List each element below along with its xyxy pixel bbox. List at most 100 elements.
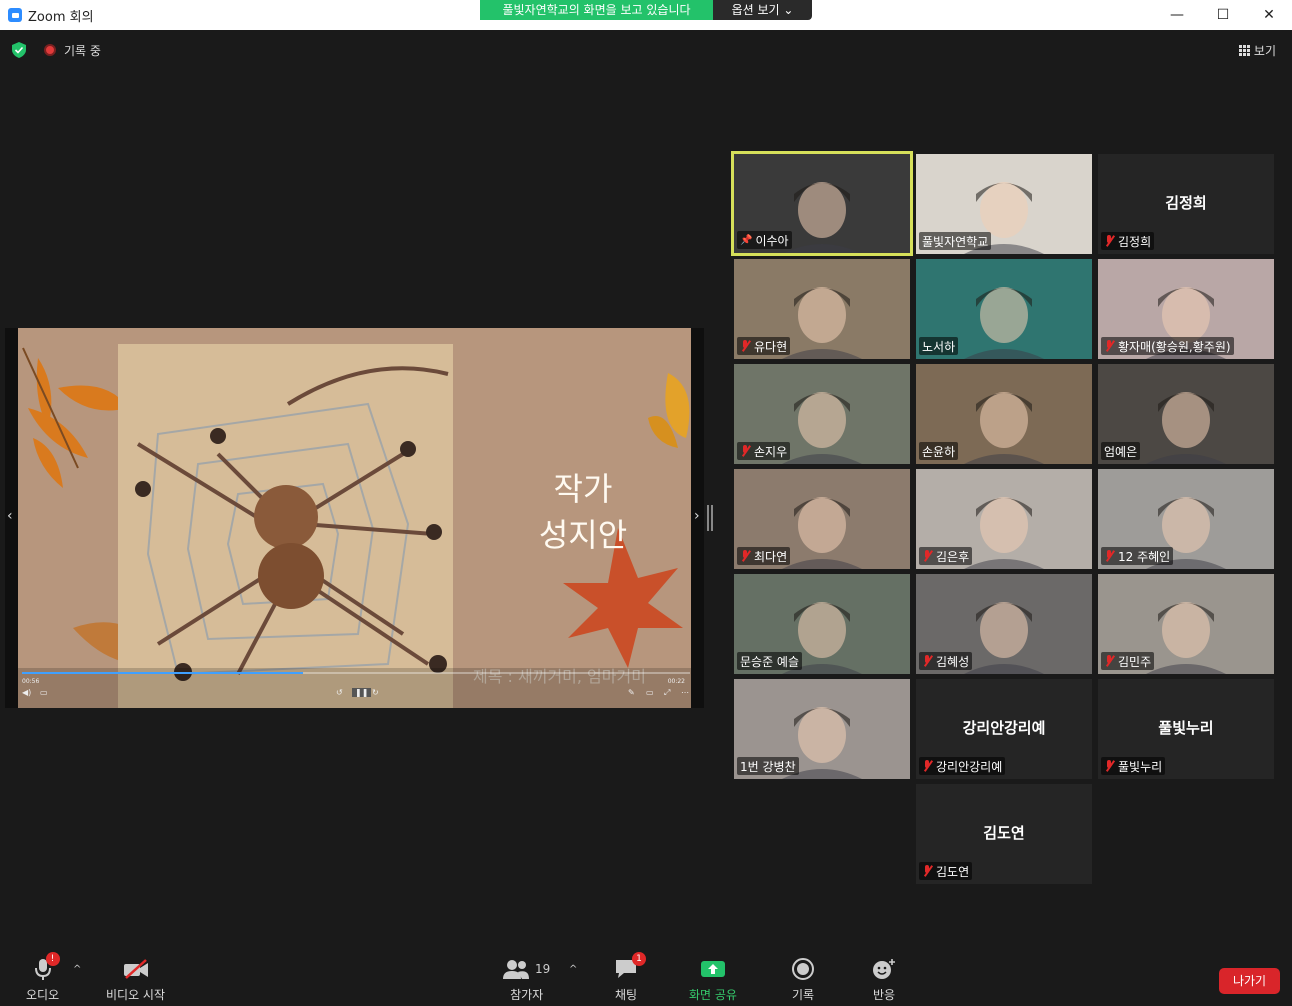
participant-tile[interactable]: 1번 강병찬 — [734, 679, 910, 779]
participant-name-label: 김정희 — [1101, 232, 1155, 250]
muted-microphone-icon — [740, 445, 751, 457]
start-video-button[interactable]: 비디오 시작 — [106, 956, 165, 1003]
participant-name: 손지우 — [754, 444, 788, 459]
slide-next-arrow-icon[interactable]: › — [694, 508, 700, 524]
shared-screen[interactable]: 작가 성지안 제목 : 새끼거미, 엄마거미 00:56 00:22 ◀) ▭ … — [5, 328, 704, 708]
participant-tile[interactable]: 김도연 김도연 — [916, 784, 1092, 884]
participant-name-label: 문승준 예슬 — [737, 652, 803, 670]
participant-tile[interactable]: 풀빛자연학교 — [916, 154, 1092, 254]
audio-options-chevron-up-icon[interactable]: ^ — [73, 964, 81, 975]
participant-tile[interactable]: 엄예은 — [1098, 364, 1274, 464]
meeting-toolbar: ! 오디오 ^ 비디오 시작 19 참가자 ^ 1 채팅 화면 공유 기록 반응… — [0, 950, 1292, 1006]
volume-icon[interactable]: ◀) — [22, 688, 31, 697]
share-screen-button[interactable]: 화면 공유 — [689, 956, 737, 1003]
participant-center-name: 김도연 — [983, 824, 1025, 842]
participant-center-name: 풀빛누리 — [1158, 719, 1214, 737]
share-screen-arrow-icon — [700, 961, 725, 977]
maximize-button[interactable]: ☐ — [1200, 0, 1246, 30]
window-title: Zoom 회의 — [28, 9, 94, 25]
view-button[interactable]: 보기 — [1238, 42, 1276, 59]
participant-name-label: 1번 강병찬 — [737, 757, 799, 775]
more-icon[interactable]: ⋯ — [681, 688, 689, 697]
participants-label: 참가자 — [510, 988, 544, 1002]
participant-name: 12 주혜인 — [1118, 549, 1171, 564]
muted-microphone-icon — [922, 865, 933, 877]
muted-microphone-icon — [1104, 760, 1115, 772]
participant-tile[interactable]: 손지우 — [734, 364, 910, 464]
participant-name: 이수아 — [755, 233, 789, 248]
participant-name: 손윤하 — [922, 444, 956, 459]
video-off-icon — [123, 959, 148, 979]
security-shield-icon[interactable] — [12, 42, 26, 58]
participant-name-label: 손지우 — [737, 442, 791, 460]
participant-tile[interactable]: 김민주 — [1098, 574, 1274, 674]
muted-microphone-icon — [922, 655, 933, 667]
forward-icon[interactable]: ↻ — [372, 688, 379, 697]
participant-name-label: 김도연 — [919, 862, 973, 880]
participant-tile[interactable]: 김혜성 — [916, 574, 1092, 674]
shared-slide: 작가 성지안 제목 : 새끼거미, 엄마거미 00:56 00:22 ◀) ▭ … — [18, 328, 691, 708]
record-button[interactable]: 기록 — [792, 956, 814, 1003]
video-time-total: 00:22 — [667, 678, 685, 685]
leave-meeting-button[interactable]: 나가기 — [1219, 968, 1280, 994]
reaction-smiley-icon — [873, 959, 895, 979]
viewing-share-text: 풀빛자연학교의 화면을 보고 있습니다 — [480, 0, 713, 20]
participant-name-label: 유다현 — [737, 337, 791, 355]
participant-tile[interactable]: 손윤하 — [916, 364, 1092, 464]
participant-tile[interactable]: 풀빛누리 풀빛누리 — [1098, 679, 1274, 779]
pause-icon[interactable]: ❚❚ — [352, 688, 372, 697]
subtitles-icon[interactable]: ▭ — [40, 688, 48, 697]
participant-name: 김도연 — [936, 864, 970, 879]
view-options-button[interactable]: 옵션 보기 ⌄ — [713, 0, 812, 20]
participant-tile[interactable]: 문승준 예슬 — [734, 574, 910, 674]
muted-microphone-icon — [740, 550, 751, 562]
miniplayer-icon[interactable]: ▭ — [646, 688, 654, 697]
participants-count: 19 — [535, 962, 551, 976]
video-progress-bar[interactable] — [22, 672, 690, 674]
muted-microphone-icon — [1104, 340, 1115, 352]
participants-options-chevron-up-icon[interactable]: ^ — [569, 964, 577, 975]
close-button[interactable]: ✕ — [1246, 0, 1292, 30]
split-drag-handle[interactable] — [707, 505, 713, 531]
participant-tile[interactable]: 최다연 — [734, 469, 910, 569]
participant-tile[interactable]: 황자매(황승원,황주원) — [1098, 259, 1274, 359]
participant-name-label: 김혜성 — [919, 652, 973, 670]
audio-label: 오디오 — [26, 988, 60, 1002]
muted-microphone-icon — [1104, 655, 1115, 667]
participant-name-label: 황자매(황승원,황주원) — [1101, 337, 1234, 355]
participant-name-label: 풀빛누리 — [1101, 757, 1166, 775]
muted-microphone-icon — [922, 760, 933, 772]
recording-label: 기록 중 — [64, 44, 101, 58]
participant-tile[interactable]: 김정희 김정희 — [1098, 154, 1274, 254]
participant-tile[interactable]: 12 주혜인 — [1098, 469, 1274, 569]
participant-center-name: 김정희 — [1165, 194, 1207, 212]
minimize-button[interactable]: — — [1154, 0, 1200, 30]
participant-tile[interactable]: 김은후 — [916, 469, 1092, 569]
participant-name: 풀빛누리 — [1118, 759, 1163, 774]
fullscreen-icon[interactable]: ⤢ — [664, 688, 670, 698]
audio-button[interactable]: ! 오디오 — [26, 952, 60, 1003]
rewind-icon[interactable]: ↺ — [336, 688, 343, 697]
participant-name: 김정희 — [1118, 234, 1152, 249]
chat-button[interactable]: 1 채팅 — [614, 952, 646, 1003]
participant-name: 유다현 — [754, 339, 788, 354]
edit-icon[interactable]: ✎ — [628, 688, 635, 697]
window-controls: — ☐ ✕ — [1154, 0, 1292, 30]
participant-tile[interactable]: 📌 이수아 — [731, 151, 913, 256]
participants-icon — [503, 960, 529, 979]
participant-tile[interactable]: 노서하 — [916, 259, 1092, 359]
participant-tile[interactable]: 유다현 — [734, 259, 910, 359]
spider-craft-illustration — [118, 344, 453, 708]
view-label: 보기 — [1253, 44, 1276, 58]
participant-name: 김민주 — [1118, 654, 1152, 669]
zoom-window: Zoom 회의 — ☐ ✕ 풀빛자연학교의 화면을 보고 있습니다 옵션 보기 … — [0, 0, 1292, 1006]
reactions-button[interactable]: 반응 — [872, 956, 896, 1003]
participant-name-label: 풀빛자연학교 — [919, 232, 992, 250]
participant-name-label: 노서하 — [919, 337, 959, 355]
pin-icon: 📌 — [740, 234, 753, 246]
participants-button[interactable]: 19 참가자 — [503, 956, 550, 1003]
slide-prev-arrow-icon[interactable]: ‹ — [7, 508, 13, 524]
participant-tile[interactable]: 강리안강리예 강리안강리예 — [916, 679, 1092, 779]
participant-center-name: 강리안강리예 — [962, 719, 1046, 737]
zoom-logo-icon — [8, 8, 22, 22]
